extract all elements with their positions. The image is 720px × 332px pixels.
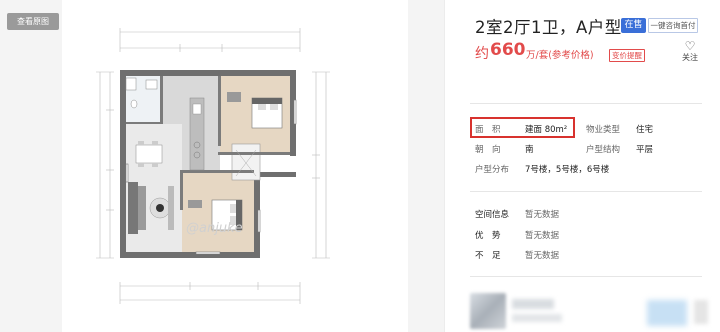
divider bbox=[470, 103, 702, 104]
floorplan-image[interactable]: @anjuke bbox=[62, 0, 408, 332]
space-info-label: 空间信息 bbox=[475, 210, 510, 220]
consult-down-payment-button[interactable]: 一键咨询首付 bbox=[648, 18, 698, 33]
advantage-value: 暂无数据 bbox=[525, 231, 560, 241]
price-unit: 万/套(参考价格) bbox=[526, 50, 594, 61]
price-alert-button[interactable]: 变价提醒 bbox=[609, 49, 645, 62]
orientation-label: 朝 向 bbox=[475, 145, 501, 155]
follow-label: 关注 bbox=[682, 53, 698, 62]
structure-value: 平层 bbox=[636, 145, 654, 155]
balcony-floor bbox=[231, 143, 261, 181]
shortcoming-value: 暂无数据 bbox=[525, 251, 560, 261]
orientation-value: 南 bbox=[525, 145, 534, 155]
area-label: 面 积 bbox=[475, 125, 501, 135]
advantage-label: 优 势 bbox=[475, 231, 501, 241]
property-type-label: 物业类型 bbox=[586, 125, 621, 135]
contact-button-blurred[interactable] bbox=[647, 300, 687, 326]
space-info-value: 暂无数据 bbox=[525, 210, 560, 220]
floorplan-gallery: 查看原图 @anjuke bbox=[0, 0, 444, 332]
area-value: 建面 80m² bbox=[525, 125, 568, 135]
heart-outline-icon: ♡ bbox=[684, 39, 696, 53]
sale-status-badge: 在售 bbox=[621, 18, 646, 33]
agent-name-blurred bbox=[512, 299, 554, 309]
divider bbox=[470, 191, 702, 192]
distribution-value: 7号楼，5号楼，6号楼 bbox=[525, 165, 610, 175]
dining-table bbox=[135, 141, 163, 167]
follow-button[interactable]: ♡ 关注 bbox=[676, 40, 704, 63]
distribution-label: 户型分布 bbox=[475, 165, 510, 175]
structure-label: 户型结构 bbox=[586, 145, 621, 155]
divider bbox=[470, 276, 702, 277]
watermark-text: @anjuke bbox=[186, 221, 243, 236]
listing-detail-page: 查看原图 @anjuke 2室2厅1卫，A户型 在售 一键咨询首付 约 660 … bbox=[0, 0, 720, 332]
floorplan-drawing: @anjuke bbox=[96, 28, 330, 304]
property-type-value: 住宅 bbox=[636, 125, 654, 135]
shortcoming-label: 不 足 bbox=[475, 251, 501, 261]
price-value: 660 bbox=[490, 40, 526, 60]
agent-info-blurred bbox=[512, 314, 562, 322]
agent-avatar[interactable] bbox=[470, 293, 506, 329]
qr-code-blurred bbox=[694, 300, 708, 324]
listing-title: 2室2厅1卫，A户型 bbox=[475, 18, 622, 37]
view-original-button[interactable]: 查看原图 bbox=[7, 13, 59, 30]
price-prefix: 约 bbox=[475, 46, 489, 62]
